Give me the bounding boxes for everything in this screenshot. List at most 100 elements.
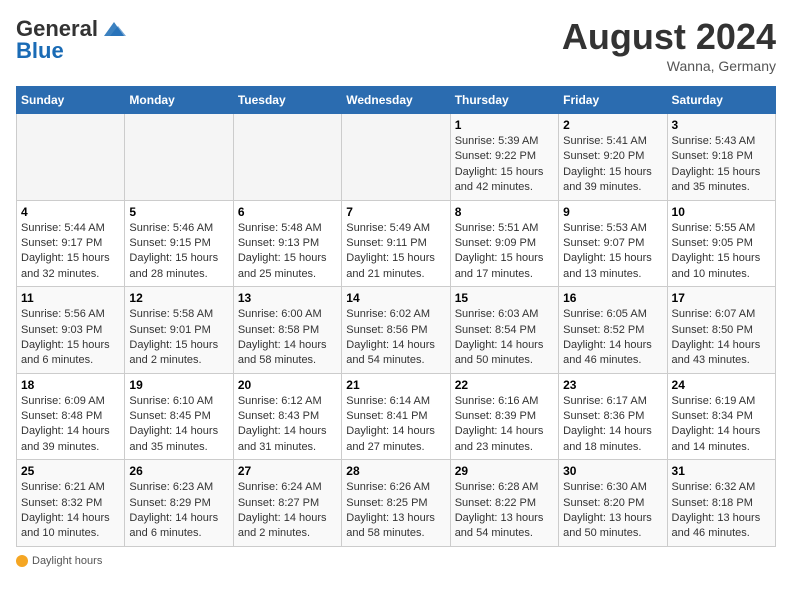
calendar-week: 11 Sunrise: 5:56 AMSunset: 9:03 PMDayligh… — [17, 287, 776, 374]
calendar-cell — [17, 114, 125, 201]
day-info: Sunrise: 6:21 AMSunset: 8:32 PMDaylight:… — [21, 480, 120, 542]
calendar-cell: 23 Sunrise: 6:17 AMSunset: 8:36 PMDayligh… — [559, 373, 667, 460]
day-number: 8 — [455, 205, 554, 219]
day-info: Sunrise: 6:14 AMSunset: 8:41 PMDaylight:… — [346, 394, 445, 456]
calendar-cell: 12 Sunrise: 5:58 AMSunset: 9:01 PMDayligh… — [125, 287, 233, 374]
header-day: Tuesday — [233, 87, 341, 114]
day-info: Sunrise: 6:32 AMSunset: 8:18 PMDaylight:… — [672, 480, 771, 542]
day-info: Sunrise: 5:55 AMSunset: 9:05 PMDaylight:… — [672, 221, 771, 283]
day-info: Sunrise: 6:05 AMSunset: 8:52 PMDaylight:… — [563, 307, 662, 369]
day-number: 29 — [455, 464, 554, 478]
day-number: 7 — [346, 205, 445, 219]
calendar-week: 18 Sunrise: 6:09 AMSunset: 8:48 PMDayligh… — [17, 373, 776, 460]
day-number: 12 — [129, 291, 228, 305]
header-day: Sunday — [17, 87, 125, 114]
calendar-cell: 29 Sunrise: 6:28 AMSunset: 8:22 PMDayligh… — [450, 460, 558, 547]
location: Wanna, Germany — [562, 58, 776, 74]
day-number: 30 — [563, 464, 662, 478]
day-number: 26 — [129, 464, 228, 478]
calendar-cell: 3 Sunrise: 5:43 AMSunset: 9:18 PMDaylight… — [667, 114, 775, 201]
day-number: 6 — [238, 205, 337, 219]
day-number: 15 — [455, 291, 554, 305]
calendar-cell: 16 Sunrise: 6:05 AMSunset: 8:52 PMDayligh… — [559, 287, 667, 374]
logo-icon — [100, 18, 128, 40]
header-day: Thursday — [450, 87, 558, 114]
calendar-week: 1 Sunrise: 5:39 AMSunset: 9:22 PMDaylight… — [17, 114, 776, 201]
month-year: August 2024 — [562, 16, 776, 58]
day-info: Sunrise: 6:10 AMSunset: 8:45 PMDaylight:… — [129, 394, 228, 456]
day-number: 27 — [238, 464, 337, 478]
day-number: 18 — [21, 378, 120, 392]
day-info: Sunrise: 5:44 AMSunset: 9:17 PMDaylight:… — [21, 221, 120, 283]
calendar-table: SundayMondayTuesdayWednesdayThursdayFrid… — [16, 86, 776, 547]
day-number: 5 — [129, 205, 228, 219]
daylight-label: Daylight hours — [32, 555, 102, 567]
calendar-cell: 7 Sunrise: 5:49 AMSunset: 9:11 PMDaylight… — [342, 200, 450, 287]
day-info: Sunrise: 5:58 AMSunset: 9:01 PMDaylight:… — [129, 307, 228, 369]
calendar-cell: 9 Sunrise: 5:53 AMSunset: 9:07 PMDaylight… — [559, 200, 667, 287]
calendar-cell: 24Sunrise: 6:19 AMSunset: 8:34 PMDayligh… — [667, 373, 775, 460]
day-info: Sunrise: 6:23 AMSunset: 8:29 PMDaylight:… — [129, 480, 228, 542]
header-day: Saturday — [667, 87, 775, 114]
day-info: Sunrise: 5:41 AMSunset: 9:20 PMDaylight:… — [563, 134, 662, 196]
calendar-cell — [342, 114, 450, 201]
day-info: Sunrise: 6:28 AMSunset: 8:22 PMDaylight:… — [455, 480, 554, 542]
header-day: Monday — [125, 87, 233, 114]
calendar-cell: 30 Sunrise: 6:30 AMSunset: 8:20 PMDayligh… — [559, 460, 667, 547]
header-day: Friday — [559, 87, 667, 114]
calendar-cell: 25Sunrise: 6:21 AMSunset: 8:32 PMDayligh… — [17, 460, 125, 547]
day-number: 14 — [346, 291, 445, 305]
calendar-week: 25Sunrise: 6:21 AMSunset: 8:32 PMDayligh… — [17, 460, 776, 547]
day-info: Sunrise: 5:51 AMSunset: 9:09 PMDaylight:… — [455, 221, 554, 283]
calendar-cell: 14Sunrise: 6:02 AMSunset: 8:56 PMDayligh… — [342, 287, 450, 374]
day-info: Sunrise: 6:17 AMSunset: 8:36 PMDaylight:… — [563, 394, 662, 456]
day-info: Sunrise: 6:16 AMSunset: 8:39 PMDaylight:… — [455, 394, 554, 456]
day-number: 1 — [455, 118, 554, 132]
header-day: Wednesday — [342, 87, 450, 114]
day-info: Sunrise: 5:46 AMSunset: 9:15 PMDaylight:… — [129, 221, 228, 283]
logo: General Blue — [16, 16, 128, 64]
day-info: Sunrise: 5:43 AMSunset: 9:18 PMDaylight:… — [672, 134, 771, 196]
title-block: August 2024 Wanna, Germany — [562, 16, 776, 74]
calendar-cell: 27 Sunrise: 6:24 AMSunset: 8:27 PMDayligh… — [233, 460, 341, 547]
day-number: 19 — [129, 378, 228, 392]
day-info: Sunrise: 5:56 AMSunset: 9:03 PMDaylight:… — [21, 307, 120, 369]
day-info: Sunrise: 6:24 AMSunset: 8:27 PMDaylight:… — [238, 480, 337, 542]
header-row: SundayMondayTuesdayWednesdayThursdayFrid… — [17, 87, 776, 114]
day-info: Sunrise: 5:53 AMSunset: 9:07 PMDaylight:… — [563, 221, 662, 283]
calendar-cell: 20Sunrise: 6:12 AMSunset: 8:43 PMDayligh… — [233, 373, 341, 460]
calendar-cell: 28Sunrise: 6:26 AMSunset: 8:25 PMDayligh… — [342, 460, 450, 547]
day-info: Sunrise: 6:09 AMSunset: 8:48 PMDaylight:… — [21, 394, 120, 456]
day-info: Sunrise: 6:19 AMSunset: 8:34 PMDaylight:… — [672, 394, 771, 456]
calendar-cell: 22 Sunrise: 6:16 AMSunset: 8:39 PMDayligh… — [450, 373, 558, 460]
calendar-week: 4 Sunrise: 5:44 AMSunset: 9:17 PMDaylight… — [17, 200, 776, 287]
day-info: Sunrise: 5:49 AMSunset: 9:11 PMDaylight:… — [346, 221, 445, 283]
calendar-cell: 5 Sunrise: 5:46 AMSunset: 9:15 PMDaylight… — [125, 200, 233, 287]
day-info: Sunrise: 6:00 AMSunset: 8:58 PMDaylight:… — [238, 307, 337, 369]
calendar-cell — [233, 114, 341, 201]
calendar-cell: 4 Sunrise: 5:44 AMSunset: 9:17 PMDaylight… — [17, 200, 125, 287]
calendar-cell: 15Sunrise: 6:03 AMSunset: 8:54 PMDayligh… — [450, 287, 558, 374]
calendar-cell: 31Sunrise: 6:32 AMSunset: 8:18 PMDayligh… — [667, 460, 775, 547]
calendar-cell: 1 Sunrise: 5:39 AMSunset: 9:22 PMDaylight… — [450, 114, 558, 201]
day-info: Sunrise: 6:30 AMSunset: 8:20 PMDaylight:… — [563, 480, 662, 542]
calendar-cell: 6Sunrise: 5:48 AMSunset: 9:13 PMDaylight… — [233, 200, 341, 287]
calendar-cell: 13Sunrise: 6:00 AMSunset: 8:58 PMDayligh… — [233, 287, 341, 374]
calendar-cell: 2Sunrise: 5:41 AMSunset: 9:20 PMDaylight… — [559, 114, 667, 201]
page-header: General Blue August 2024 Wanna, Germany — [16, 16, 776, 74]
day-number: 16 — [563, 291, 662, 305]
calendar-cell: 19 Sunrise: 6:10 AMSunset: 8:45 PMDayligh… — [125, 373, 233, 460]
day-number: 22 — [455, 378, 554, 392]
sun-icon — [16, 555, 28, 567]
day-number: 11 — [21, 291, 120, 305]
daylight-legend: Daylight hours — [16, 555, 102, 567]
day-number: 23 — [563, 378, 662, 392]
day-number: 9 — [563, 205, 662, 219]
day-info: Sunrise: 5:39 AMSunset: 9:22 PMDaylight:… — [455, 134, 554, 196]
day-number: 10 — [672, 205, 771, 219]
day-number: 3 — [672, 118, 771, 132]
day-info: Sunrise: 6:12 AMSunset: 8:43 PMDaylight:… — [238, 394, 337, 456]
calendar-cell: 17Sunrise: 6:07 AMSunset: 8:50 PMDayligh… — [667, 287, 775, 374]
calendar-cell: 10 Sunrise: 5:55 AMSunset: 9:05 PMDayligh… — [667, 200, 775, 287]
day-number: 4 — [21, 205, 120, 219]
